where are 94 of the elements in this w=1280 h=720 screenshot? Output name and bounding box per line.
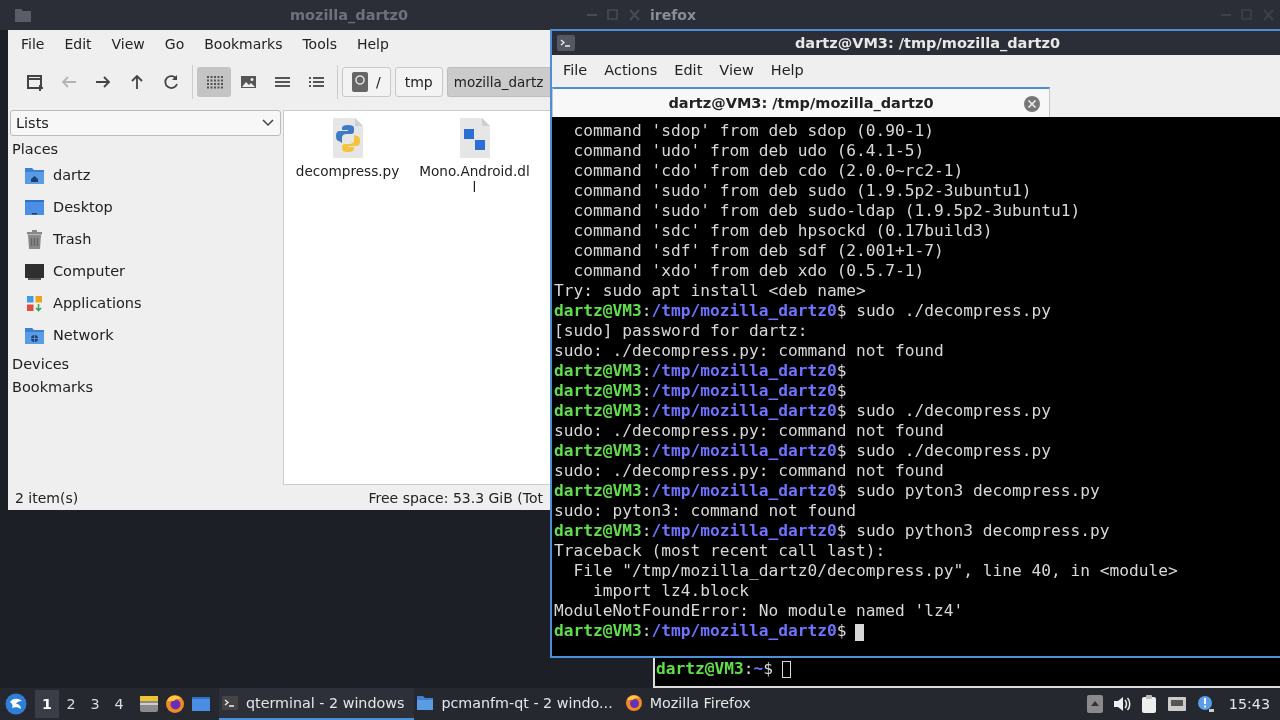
output-line: Traceback (most recent call last): — [554, 541, 886, 561]
output-line: command 'sdf' from deb sdf (2.001+1-7) — [572, 241, 944, 261]
place-item[interactable]: Trash — [10, 223, 281, 255]
window-title: irefox — [650, 7, 696, 23]
task-button[interactable]: Mozilla Firefox — [622, 688, 761, 720]
section-heading[interactable]: Places — [10, 136, 281, 159]
output-line: Try: sudo apt install <deb name> — [554, 281, 866, 301]
prompt-line: dartz@VM3:/tmp/mozilla_dartz0$ sudo python3 decompress.py — [554, 521, 1110, 541]
prompt-line: dartz@VM3:/tmp/mozilla_dartz0$ sudo ./decompress.py — [554, 301, 1052, 321]
icon-view-icon — [204, 73, 224, 91]
output-line: sudo: ./decompress.py: command not found — [554, 341, 944, 361]
menu-item[interactable]: File — [11, 32, 55, 56]
prompt-line: dartz@VM3:/tmp/mozilla_dartz0$ — [554, 621, 865, 641]
output-line: command 'cdo' from deb cdo (2.0.0~rc2-1) — [572, 161, 964, 181]
trash-icon — [24, 228, 45, 250]
reload-icon — [161, 72, 181, 92]
task-button[interactable]: qterminal - 2 windows — [219, 688, 415, 720]
output-line: [sudo] password for dartz: — [554, 321, 808, 341]
place-item[interactable]: Network — [10, 319, 281, 351]
volume-icon[interactable] — [1112, 696, 1131, 712]
output-line: command 'sdc' from deb hpsockd (0.17build3) — [572, 221, 993, 241]
workspace-button[interactable]: 1 — [35, 690, 59, 718]
new-tab-icon — [25, 72, 45, 92]
menu-item[interactable]: Help — [761, 58, 812, 82]
output-line: command 'sudo' from deb sudo-ldap (1.9.5p2-3ubuntu1) — [572, 201, 1081, 221]
window-title: dartz@VM3: /tmp/mozilla_dartz0 — [794, 35, 1061, 51]
terminal-tab[interactable]: dartz@VM3: /tmp/mozilla_dartz0 — [552, 87, 1050, 117]
place-item[interactable]: Computer — [10, 255, 281, 287]
menu-item[interactable]: View — [101, 32, 155, 56]
task-button[interactable]: pcmanfm-qt - 2 windo... — [414, 688, 623, 720]
output-line: command 'udo' from deb udo (6.4.1-5) — [572, 141, 925, 161]
status-text: Free space: 53.3 GiB (Tot — [368, 489, 543, 506]
icon-view-button[interactable] — [197, 67, 231, 97]
clock: 15:43 — [1228, 696, 1270, 712]
network-icon[interactable] — [1166, 696, 1187, 712]
window-controls-icon — [586, 9, 640, 21]
tray-expand-icon[interactable] — [1086, 695, 1103, 713]
output-line: command 'sdop' from deb sdop (0.90-1) — [572, 121, 935, 141]
place-item[interactable]: dartz — [10, 159, 281, 191]
prompt-line: dartz@VM3:/tmp/mozilla_dartz0$ — [554, 381, 847, 401]
output-line: sudo: pyton3: command not found — [554, 501, 857, 521]
workspace-button[interactable]: 2 — [59, 690, 83, 718]
prompt-line: dartz@VM3:~$ — [656, 659, 791, 679]
terminal-icon — [221, 694, 239, 712]
prompt-line: dartz@VM3:/tmp/mozilla_dartz0$ sudo ./decompress.py — [554, 401, 1052, 421]
path-button[interactable]: mozilla_dartz — [446, 67, 550, 97]
window-title: mozilla_dartz0 — [288, 7, 410, 23]
thumbnail-view-icon — [238, 73, 258, 91]
output-line: command 'xdo' from deb xdo (0.5.7-1) — [572, 261, 925, 281]
output-line: ModuleNotFoundError: No module named 'lz4' — [554, 601, 964, 621]
output-line: File "/tmp/mozilla_dartz0/decompress.py", line 40, in <module> — [572, 561, 1178, 581]
output-line: sudo: ./decompress.py: command not found — [554, 421, 944, 441]
file-manager-icon[interactable] — [139, 694, 159, 714]
menu-item[interactable]: Actions — [595, 58, 666, 82]
menu-item[interactable]: Tools — [292, 32, 347, 56]
prompt-line: dartz@VM3:/tmp/mozilla_dartz0$ sudo pyton3 decompress.py — [554, 481, 1100, 501]
folder-icon — [14, 7, 32, 23]
section-heading[interactable]: Devices — [10, 351, 281, 374]
section-heading[interactable]: Bookmarks — [10, 374, 281, 397]
place-item[interactable]: Applications — [10, 287, 281, 319]
output-line: sudo: ./decompress.py: command not found — [554, 461, 944, 481]
workspace-button[interactable]: 4 — [107, 690, 131, 718]
path-button[interactable]: / — [342, 67, 391, 97]
firefox-icon[interactable] — [165, 694, 185, 714]
output-line: import lz4.block — [591, 581, 749, 601]
folder-icon — [416, 694, 435, 712]
desktop-icon[interactable] — [191, 695, 211, 713]
firefox-icon — [624, 694, 643, 712]
workspace-button[interactable]: 3 — [83, 690, 107, 718]
start-menu-icon[interactable] — [5, 693, 27, 715]
panel-dropdown[interactable]: Lists — [10, 110, 281, 136]
prompt-line: dartz@VM3:/tmp/mozilla_dartz0$ — [554, 361, 847, 381]
menu-item[interactable]: Edit — [54, 32, 102, 56]
terminal-icon — [557, 35, 575, 51]
menu-item[interactable]: Edit — [665, 58, 711, 82]
clipboard-icon[interactable] — [1140, 694, 1157, 714]
drive-icon — [352, 72, 368, 92]
chevron-down-icon — [262, 119, 274, 127]
path-button[interactable]: tmp — [394, 67, 443, 97]
file-name[interactable]: decompress.py — [291, 163, 404, 179]
file-name[interactable]: Mono.Android.dll — [418, 163, 531, 195]
output-line: command 'sudo' from deb sudo (1.9.5p2-3ubuntu1) — [572, 181, 1032, 201]
menu-item[interactable]: Bookmarks — [194, 32, 293, 56]
python-file-icon[interactable] — [330, 117, 365, 159]
dll-file-icon[interactable] — [457, 117, 492, 159]
status-text: 2 item(s) — [15, 489, 79, 506]
close-icon[interactable] — [1023, 95, 1041, 113]
menu-item[interactable]: File — [554, 58, 596, 82]
menu-item[interactable]: Go — [154, 32, 195, 56]
prompt-line: dartz@VM3:/tmp/mozilla_dartz0$ sudo ./decompress.py — [554, 441, 1052, 461]
menu-item[interactable]: Help — [346, 32, 399, 56]
place-item[interactable]: Desktop — [10, 191, 281, 223]
menu-item[interactable]: View — [710, 58, 762, 82]
notification-icon[interactable] — [1196, 695, 1215, 713]
